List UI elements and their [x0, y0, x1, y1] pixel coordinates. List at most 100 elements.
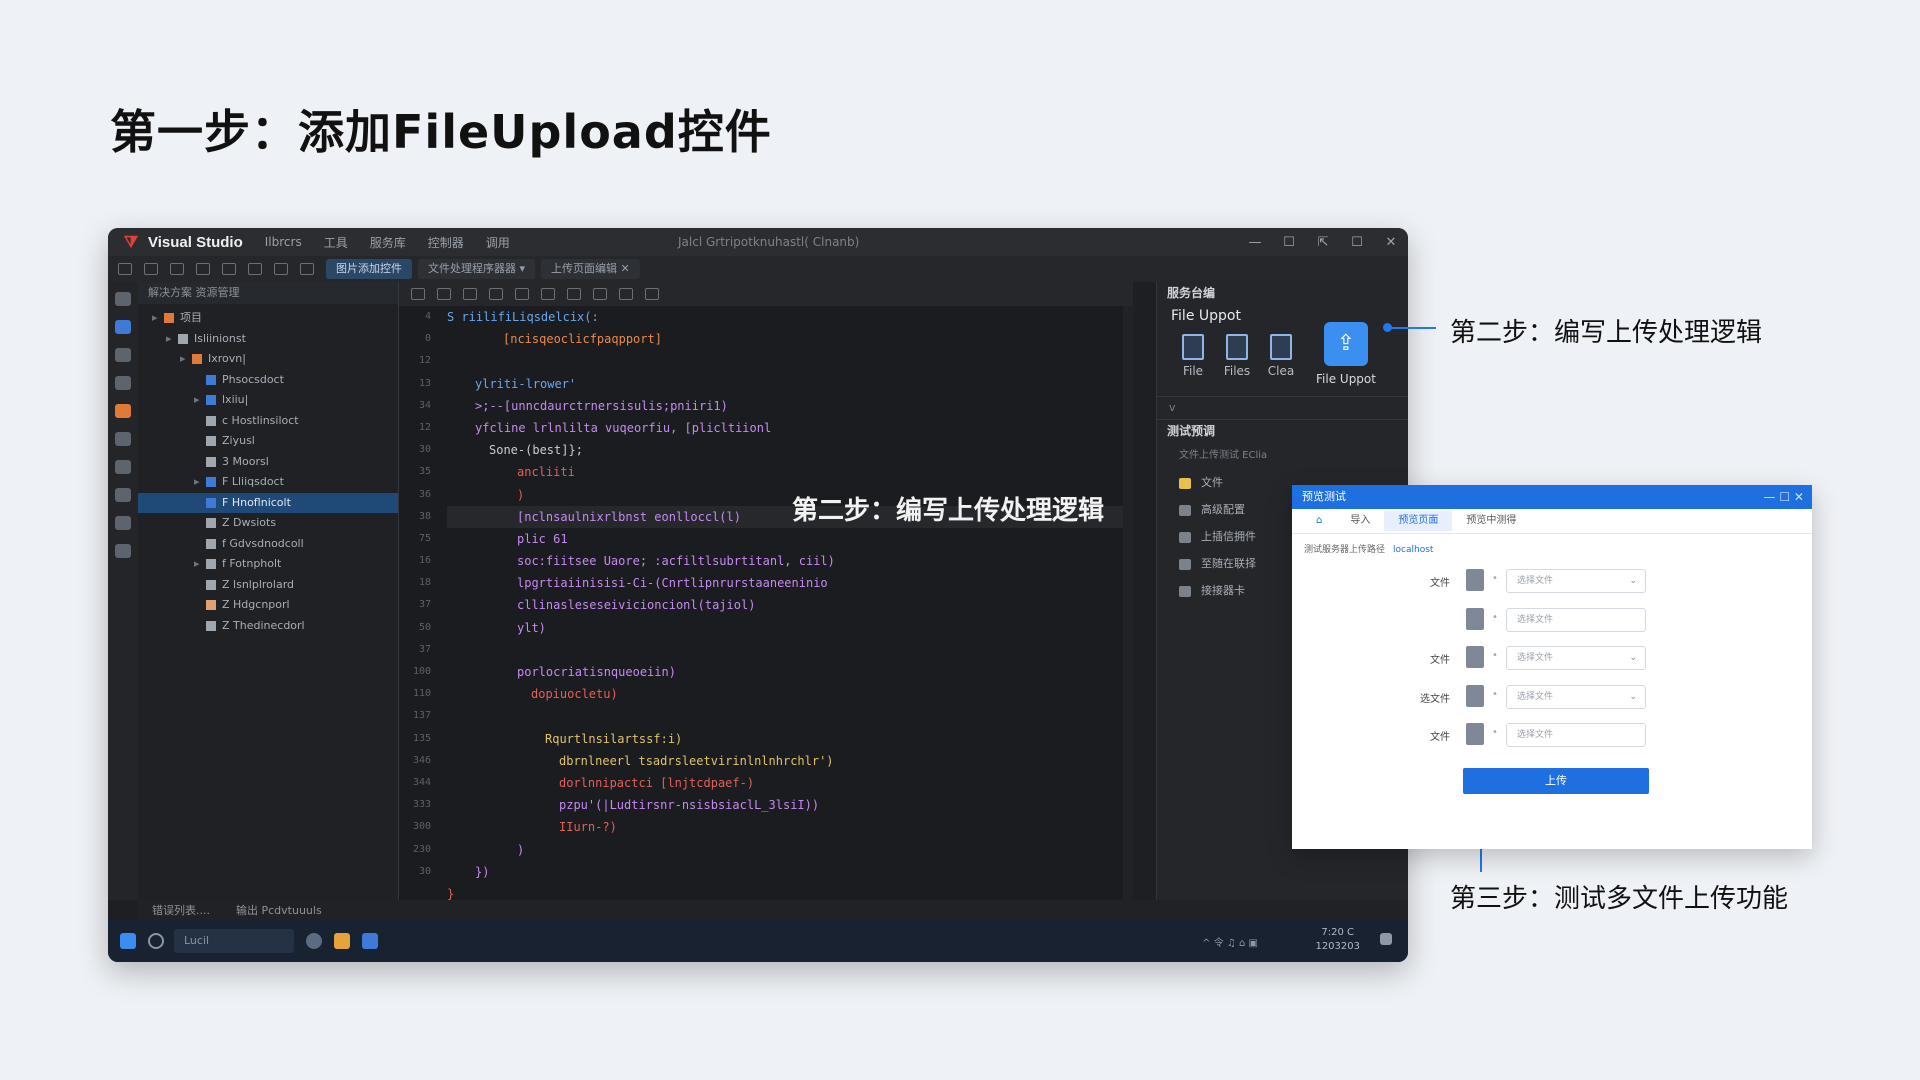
database-icon[interactable]	[115, 404, 131, 418]
code-line[interactable]: pzpu'(|Ludtirsnr-nsisbsiaclL_3lsiI))	[447, 794, 1127, 816]
code-line[interactable]	[447, 639, 1127, 661]
code-line[interactable]: ylriti-lrower'	[447, 373, 1127, 395]
tree-expand-icon[interactable]: ▸	[194, 472, 206, 493]
layout-icon[interactable]	[274, 263, 288, 275]
tree-expand-icon[interactable]: ▸	[166, 329, 178, 350]
code-line[interactable]: Sone-(best]};	[447, 439, 1127, 461]
restore-button[interactable]: ⇱	[1306, 235, 1340, 250]
undo-icon[interactable]	[118, 263, 132, 275]
tree-item[interactable]: ▸ Isliinionst	[138, 329, 398, 350]
code-line[interactable]: ancliiti	[447, 461, 1127, 483]
tool-fileupload[interactable]: ⇪ File Uppot	[1303, 322, 1389, 386]
menu-item-4[interactable]: 控制器	[428, 234, 464, 251]
refresh-icon[interactable]	[196, 263, 210, 275]
layout-button[interactable]: ☐	[1340, 235, 1374, 250]
tree-item[interactable]: F Hnoflnicolt	[138, 492, 398, 513]
dialog-tab-test[interactable]: 预览中测得	[1452, 511, 1530, 531]
monitor-icon[interactable]	[115, 348, 131, 362]
comment-icon[interactable]	[437, 288, 451, 300]
bookmark-icon[interactable]	[593, 288, 607, 300]
menu-item-1[interactable]: Ilbrcrs	[265, 235, 302, 249]
image-icon[interactable]	[115, 516, 131, 530]
git-icon[interactable]	[115, 460, 131, 474]
menu-item-tools[interactable]: 工具	[324, 234, 348, 251]
taskview-icon[interactable]	[306, 933, 322, 949]
editor-scrollbar[interactable]	[1123, 306, 1133, 900]
code-line[interactable]: )	[447, 839, 1127, 861]
toolbox-separator[interactable]: v	[1157, 396, 1408, 420]
tree-item[interactable]: ▸ F Lliiqsdoct	[138, 472, 398, 493]
tree-expand-icon[interactable]: ▸	[194, 554, 206, 575]
tree-item[interactable]: c Hostlinsiloct	[138, 411, 398, 432]
menu-item-debug[interactable]: 调用	[486, 234, 510, 251]
tree-expand-icon[interactable]: ▸	[194, 390, 206, 411]
visual-studio-taskbar-icon[interactable]	[362, 933, 378, 949]
tree-expand-icon[interactable]: ▸	[180, 349, 192, 370]
browser-icon[interactable]	[334, 933, 350, 949]
cut-icon[interactable]	[541, 288, 555, 300]
format-icon[interactable]	[411, 288, 425, 300]
maximize-button[interactable]: ☐	[1272, 235, 1306, 250]
dialog-hint-link[interactable]: localhost	[1393, 545, 1433, 555]
dialog-window-controls[interactable]: — ☐ ✕	[1764, 485, 1804, 509]
code-line[interactable]: lpgrtiaiinisisi-Ci-(Cnrtlipnrurstaaneeni…	[447, 572, 1127, 594]
settings-icon[interactable]	[115, 488, 131, 502]
tree-item[interactable]: ▸ Ixrovn|	[138, 349, 398, 370]
code-line[interactable]: IIurn-?)	[447, 816, 1127, 838]
redo-icon[interactable]	[144, 263, 158, 275]
code-line[interactable]: Rqurtlnsilartssf:i)	[447, 728, 1127, 750]
paste-icon[interactable]	[515, 288, 529, 300]
file-select-input[interactable]: 选择文件 ⌄	[1506, 684, 1646, 709]
tree-item[interactable]: ▸ f Fotnpholt	[138, 554, 398, 575]
chevron-down-icon[interactable]: ⌄	[1629, 647, 1637, 669]
minimize-button[interactable]: —	[1238, 235, 1272, 250]
save-icon[interactable]	[463, 288, 477, 300]
find-icon[interactable]	[567, 288, 581, 300]
extensions-icon[interactable]	[115, 544, 131, 558]
tree-item[interactable]: Ziyusl	[138, 431, 398, 452]
file-select-input[interactable]: 选择文件	[1506, 723, 1646, 747]
tree-item[interactable]: Phsocsdoct	[138, 370, 398, 391]
tab-add-control[interactable]: 图片添加控件	[326, 259, 412, 279]
chevron-down-icon[interactable]: ⌄	[1629, 570, 1637, 592]
notification-icon[interactable]	[1380, 933, 1392, 945]
explorer-icon[interactable]	[115, 292, 131, 306]
menu-item-3[interactable]: 服务库	[370, 234, 406, 251]
split-icon[interactable]	[300, 263, 314, 275]
taskbar-search[interactable]: Lucil	[174, 929, 294, 953]
chevron-down-icon[interactable]: ⌄	[1629, 686, 1637, 708]
search-icon[interactable]	[148, 933, 164, 949]
code-area[interactable]: S riilifiLiqsdelcix(: [ncisqeoclicfpaqppo…	[447, 306, 1127, 905]
dialog-home-icon[interactable]: ⌂	[1302, 511, 1336, 531]
step-icon[interactable]	[222, 263, 236, 275]
dialog-tab-import[interactable]: 导入	[1336, 511, 1384, 531]
cloud-icon[interactable]	[115, 320, 131, 334]
code-line[interactable]: >;--[unncdaurctrnersisulis;pniiri1)	[447, 395, 1127, 417]
tab-error-list[interactable]: 错误列表....	[152, 902, 210, 918]
start-icon[interactable]	[120, 933, 136, 949]
code-line[interactable]: porlocriatisnqueoeiin)	[447, 661, 1127, 683]
code-line[interactable]	[447, 350, 1127, 372]
tree-expand-icon[interactable]: ▸	[152, 308, 164, 329]
tab-upload-page[interactable]: 上传页面编辑 ✕	[541, 259, 640, 279]
dialog-tab-preview[interactable]: 预览页面	[1384, 511, 1453, 531]
tree-item[interactable]: Z Hdgcnporl	[138, 595, 398, 616]
tool-clear[interactable]: Clea	[1259, 334, 1303, 386]
tree-item[interactable]: f Gdvsdnodcoll	[138, 534, 398, 555]
system-tray[interactable]: ^ 令 ♫ ⌂ ▣	[1202, 934, 1258, 949]
tool-files[interactable]: Files	[1215, 334, 1259, 386]
code-line[interactable]: [ncisqeoclicfpaqpport]	[447, 328, 1127, 350]
code-line[interactable]: plic 61	[447, 528, 1127, 550]
package-icon[interactable]	[115, 376, 131, 390]
filter-icon[interactable]	[248, 263, 262, 275]
code-editor[interactable]: 4 0 12 13 34 12 30 35 36 38 75 16 18 37 50 37 100 110 137 1…	[399, 282, 1133, 901]
tree-item[interactable]: ▸ 项目	[138, 308, 398, 329]
code-line[interactable]: soc:fiitsee Uaore; :acfiltlsubrtitanl, c…	[447, 550, 1127, 572]
code-line[interactable]: dopiuocletu)	[447, 683, 1127, 705]
tree-item[interactable]: Z Thedinecdorl	[138, 616, 398, 637]
upload-button[interactable]: 上传	[1463, 768, 1649, 794]
tree-item[interactable]: ▸ lxiiu|	[138, 390, 398, 411]
file-select-input[interactable]: 选择文件 ⌄	[1506, 569, 1646, 593]
debug-icon[interactable]	[645, 288, 659, 300]
tab-output[interactable]: 输出 Pcdvtuuuls	[236, 902, 322, 918]
